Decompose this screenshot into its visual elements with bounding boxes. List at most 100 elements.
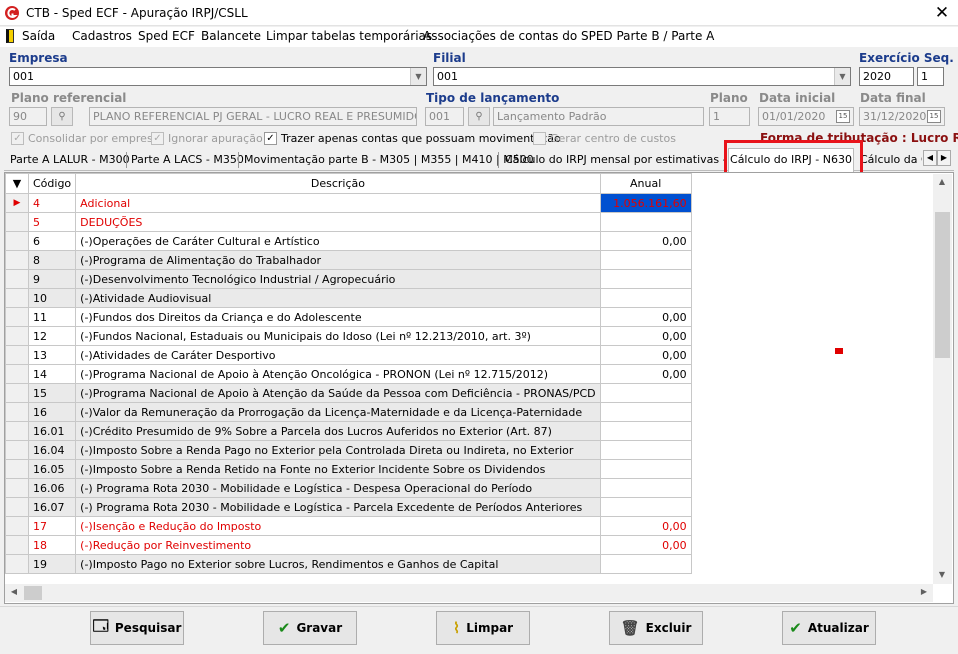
table-row[interactable]: 6 (-)Operações de Caráter Cultural e Artí… bbox=[5, 231, 692, 251]
cell-anual[interactable] bbox=[599, 402, 692, 422]
horizontal-scroll-thumb[interactable] bbox=[24, 586, 42, 600]
table-row[interactable]: 5 DEDUÇÕES bbox=[5, 212, 692, 232]
empresa-combo[interactable]: 001 bbox=[9, 67, 427, 86]
scroll-down-icon[interactable]: ▼ bbox=[934, 570, 950, 579]
cell-descricao[interactable]: (-)Valor da Remuneração da Prorrogação d… bbox=[75, 402, 601, 422]
cell-anual[interactable] bbox=[599, 383, 692, 403]
cell-anual[interactable]: 0,00 bbox=[599, 307, 692, 327]
horizontal-scrollbar[interactable] bbox=[5, 584, 933, 602]
vertical-scroll-thumb[interactable] bbox=[935, 212, 950, 358]
tab-parte-a-lacs[interactable]: Parte A LACS - M350 bbox=[131, 153, 244, 166]
cell-anual[interactable]: 0,00 bbox=[599, 535, 692, 555]
trazer-checkbox[interactable]: ✓ bbox=[264, 132, 277, 145]
gravar-button[interactable]: ✔ Gravar bbox=[263, 611, 357, 645]
cell-anual[interactable]: 0,00 bbox=[599, 516, 692, 536]
cell-codigo[interactable]: 16.04 bbox=[27, 440, 77, 460]
cell-descricao[interactable]: (-)Imposto Sobre a Renda Pago no Exterio… bbox=[75, 440, 601, 460]
cell-codigo[interactable]: 16.05 bbox=[27, 459, 77, 479]
limpar-button[interactable]: ⌇ Limpar bbox=[436, 611, 530, 645]
cell-codigo[interactable]: 19 bbox=[27, 554, 77, 574]
cell-codigo[interactable]: 6 bbox=[27, 231, 77, 251]
atualizar-button[interactable]: ✔ Atualizar bbox=[782, 611, 876, 645]
cell-anual[interactable] bbox=[599, 554, 692, 574]
cell-descricao[interactable]: (-)Atividades de Caráter Desportivo bbox=[75, 345, 601, 365]
cell-descricao[interactable]: (-)Fundos dos Direitos da Criança e do A… bbox=[75, 307, 601, 327]
table-row[interactable]: 12 (-)Fundos Nacional, Estaduais ou Munic… bbox=[5, 326, 692, 346]
data-grid[interactable]: ▼ Código Descrição Anual ▶ 4 Adicional 1.05… bbox=[4, 172, 954, 604]
cell-anual[interactable] bbox=[599, 459, 692, 479]
cell-descricao[interactable]: (-)Isenção e Redução do Imposto bbox=[75, 516, 601, 536]
table-row[interactable]: 9 (-)Desenvolvimento Tecnológico Industri… bbox=[5, 269, 692, 289]
cell-codigo[interactable]: 4 bbox=[27, 193, 77, 213]
cell-descricao[interactable]: (-)Imposto Sobre a Renda Retido na Fonte… bbox=[75, 459, 601, 479]
cell-descricao[interactable]: (-)Desenvolvimento Tecnológico Industria… bbox=[75, 269, 601, 289]
menu-cadastros[interactable]: Cadastros bbox=[72, 29, 132, 43]
cell-descricao[interactable]: (-)Programa de Alimentação do Trabalhado… bbox=[75, 250, 601, 270]
cell-descricao[interactable]: (-)Operações de Caráter Cultural e Artís… bbox=[75, 231, 601, 251]
table-row[interactable]: 14 (-)Programa Nacional de Apoio à Atençã… bbox=[5, 364, 692, 384]
table-row[interactable]: 16.05 (-)Imposto Sobre a Renda Retido na … bbox=[5, 459, 692, 479]
cell-codigo[interactable]: 16.01 bbox=[27, 421, 77, 441]
exercicio-input[interactable]: 2020 bbox=[859, 67, 914, 86]
table-row[interactable]: 8 (-)Programa de Alimentação do Trabalhad… bbox=[5, 250, 692, 270]
cell-codigo[interactable]: 10 bbox=[27, 288, 77, 308]
header-descricao[interactable]: Descrição bbox=[75, 173, 601, 194]
tab-parte-a-lalur[interactable]: Parte A LALUR - M300 bbox=[10, 153, 130, 166]
header-codigo[interactable]: Código bbox=[27, 173, 77, 194]
cell-codigo[interactable]: 12 bbox=[27, 326, 77, 346]
cell-codigo[interactable]: 11 bbox=[27, 307, 77, 327]
sequencia-input[interactable]: 1 bbox=[917, 67, 944, 86]
cell-anual[interactable]: 0,00 bbox=[599, 231, 692, 251]
excluir-button[interactable]: 🗑 Excluir bbox=[609, 611, 703, 645]
table-row[interactable]: 18 (-)Redução por Reinvestimento 0,00 bbox=[5, 535, 692, 555]
cell-anual[interactable] bbox=[599, 269, 692, 289]
filial-combo[interactable]: 001 bbox=[433, 67, 851, 86]
table-row[interactable]: 11 (-)Fundos dos Direitos da Criança e do… bbox=[5, 307, 692, 327]
consolidar-checkbox[interactable]: ✓ bbox=[11, 132, 24, 145]
table-row[interactable]: ▶ 4 Adicional 1.056.161,60 bbox=[5, 193, 692, 213]
table-row[interactable]: 16.06 (-) Programa Rota 2030 - Mobilidade… bbox=[5, 478, 692, 498]
menu-balancete[interactable]: Balancete bbox=[201, 29, 261, 43]
pesquisar-button[interactable]: 🗔 Pesquisar bbox=[90, 611, 184, 645]
table-row[interactable]: 10 (-)Atividade Audiovisual bbox=[5, 288, 692, 308]
table-row[interactable]: 16.04 (-)Imposto Sobre a Renda Pago no Ex… bbox=[5, 440, 692, 460]
cell-anual[interactable] bbox=[599, 421, 692, 441]
cell-descricao[interactable]: DEDUÇÕES bbox=[75, 212, 601, 232]
cell-descricao[interactable]: Adicional bbox=[75, 193, 601, 213]
header-anual[interactable]: Anual bbox=[599, 173, 692, 194]
cell-descricao[interactable]: (-)Imposto Pago no Exterior sobre Lucros… bbox=[75, 554, 601, 574]
cell-codigo[interactable]: 16.07 bbox=[27, 497, 77, 517]
tab-scroll-left-icon[interactable]: ◀ bbox=[923, 150, 937, 166]
cell-codigo[interactable]: 14 bbox=[27, 364, 77, 384]
cell-descricao[interactable]: (-)Programa Nacional de Apoio à Atenção … bbox=[75, 383, 601, 403]
cell-codigo[interactable]: 9 bbox=[27, 269, 77, 289]
table-row[interactable]: 16 (-)Valor da Remuneração da Prorrogação… bbox=[5, 402, 692, 422]
table-row[interactable]: 16.01 (-)Crédito Presumido de 9% Sobre a … bbox=[5, 421, 692, 441]
table-row[interactable]: 15 (-)Programa Nacional de Apoio à Atençã… bbox=[5, 383, 692, 403]
cell-anual[interactable] bbox=[599, 478, 692, 498]
cell-anual[interactable]: 0,00 bbox=[599, 364, 692, 384]
cell-descricao[interactable]: (-)Crédito Presumido de 9% Sobre a Parce… bbox=[75, 421, 601, 441]
cell-anual[interactable] bbox=[599, 288, 692, 308]
scroll-up-icon[interactable]: ▲ bbox=[934, 177, 950, 186]
cell-codigo[interactable]: 17 bbox=[27, 516, 77, 536]
tab-movimentacao-parte-b[interactable]: Movimentação parte B - M305 | M355 | M41… bbox=[244, 153, 534, 166]
cell-anual[interactable] bbox=[599, 497, 692, 517]
table-row[interactable]: 13 (-)Atividades de Caráter Desportivo 0,0… bbox=[5, 345, 692, 365]
cell-descricao[interactable]: (-)Fundos Nacional, Estaduais ou Municip… bbox=[75, 326, 601, 346]
cell-descricao[interactable]: (-) Programa Rota 2030 - Mobilidade e Lo… bbox=[75, 497, 601, 517]
cell-codigo[interactable]: 15 bbox=[27, 383, 77, 403]
scroll-right-icon[interactable]: ▶ bbox=[916, 587, 932, 596]
scroll-left-icon[interactable]: ◀ bbox=[6, 587, 22, 596]
cell-descricao[interactable]: (-)Atividade Audiovisual bbox=[75, 288, 601, 308]
table-row[interactable]: 17 (-)Isenção e Redução do Imposto 0,00 bbox=[5, 516, 692, 536]
table-row[interactable]: 19 (-)Imposto Pago no Exterior sobre Lucr… bbox=[5, 554, 692, 574]
cell-codigo[interactable]: 18 bbox=[27, 535, 77, 555]
cell-descricao[interactable]: (-)Redução por Reinvestimento bbox=[75, 535, 601, 555]
cell-anual[interactable]: 1.056.161,60 bbox=[599, 193, 692, 213]
cell-codigo[interactable]: 5 bbox=[27, 212, 77, 232]
cell-anual[interactable] bbox=[599, 250, 692, 270]
cell-codigo[interactable]: 8 bbox=[27, 250, 77, 270]
tab-calculo-irpj-mensal[interactable]: Cálculo do IRPJ mensal por estimativas -… bbox=[505, 153, 725, 166]
menu-sped-ecf[interactable]: Sped ECF bbox=[138, 29, 195, 43]
